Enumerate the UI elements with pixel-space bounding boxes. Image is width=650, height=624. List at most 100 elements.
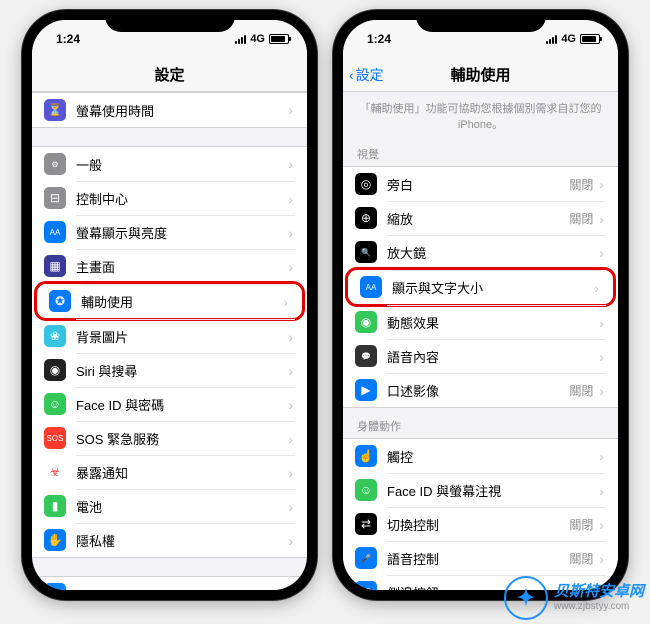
row-label: 口述影像 bbox=[387, 381, 439, 400]
settings-row[interactable]: ⇄ 切換控制 關閉 › bbox=[343, 507, 618, 541]
settings-row[interactable]: ☣ 暴露通知 › bbox=[32, 455, 307, 489]
row-icon: ☝ bbox=[355, 445, 377, 467]
chevron-right-icon: › bbox=[288, 259, 293, 275]
row-label: 語音控制 bbox=[387, 549, 439, 568]
chevron-right-icon: › bbox=[288, 191, 293, 207]
phone-left: 1:24 4G 設定 ⏳螢幕使用時間›⚙︎一般›⊟控制中心›AA螢幕顯示與亮度›… bbox=[22, 10, 317, 600]
chevron-right-icon: › bbox=[283, 294, 288, 310]
signal-icon bbox=[235, 35, 246, 44]
row-label: 控制中心 bbox=[76, 189, 128, 208]
row-icon: ▶ bbox=[355, 379, 377, 401]
settings-row[interactable]: 💬語音內容› bbox=[343, 339, 618, 373]
battery-icon bbox=[269, 34, 289, 44]
settings-row[interactable]: ⊟ 控制中心 › bbox=[32, 181, 307, 215]
page-title: 輔助使用 bbox=[450, 64, 510, 85]
settings-row[interactable]: ▶ 口述影像 關閉 › bbox=[343, 373, 618, 407]
row-icon: ⊟ bbox=[44, 187, 66, 209]
row-icon: ☣ bbox=[44, 461, 66, 483]
row-label: 語音內容 bbox=[387, 347, 439, 366]
chevron-right-icon: › bbox=[288, 156, 293, 172]
row-value: 關閉 bbox=[569, 516, 593, 533]
settings-row[interactable]: ▦主畫面› bbox=[32, 249, 307, 283]
time: 1:24 bbox=[367, 32, 391, 46]
settings-row[interactable]: 🔍 放大鏡 › bbox=[343, 235, 618, 269]
back-label: 設定 bbox=[356, 65, 384, 85]
watermark-url: www.zjbstyy.com bbox=[554, 601, 644, 612]
settings-row[interactable]: ⊕縮放關閉› bbox=[343, 201, 618, 235]
row-icon: SOS bbox=[44, 427, 66, 449]
section-header: 視覺 bbox=[343, 136, 618, 166]
settings-row[interactable]: ⏳螢幕使用時間› bbox=[32, 93, 307, 127]
settings-row[interactable]: ☺Face ID 與螢幕注視› bbox=[343, 473, 618, 507]
row-icon: ▢ bbox=[355, 581, 377, 590]
network: 4G bbox=[250, 33, 265, 45]
chevron-right-icon: › bbox=[599, 349, 604, 365]
phone-right: 1:24 4G ‹ 設定 輔助使用 「輔助使用」功能可協助您根據個別需求自訂您的… bbox=[333, 10, 628, 600]
settings-row[interactable]: AApp Store› bbox=[32, 577, 307, 590]
row-icon: ✪ bbox=[49, 290, 71, 312]
settings-row[interactable]: ◉Siri 與搜尋› bbox=[32, 353, 307, 387]
chevron-right-icon: › bbox=[599, 448, 604, 464]
row-icon: 🔍 bbox=[355, 241, 377, 263]
row-value: 關閉 bbox=[569, 210, 593, 227]
settings-row[interactable]: ✋隱私權› bbox=[32, 523, 307, 557]
settings-row[interactable]: ✪ 輔助使用 › bbox=[34, 281, 305, 321]
notch bbox=[105, 10, 235, 32]
settings-row[interactable]: AA顯示與文字大小› bbox=[345, 267, 616, 307]
chevron-right-icon: › bbox=[288, 586, 293, 590]
settings-row[interactable]: ⚙︎一般› bbox=[32, 147, 307, 181]
navbar: ‹ 設定 輔助使用 bbox=[343, 58, 618, 92]
chevron-left-icon: ‹ bbox=[349, 67, 354, 83]
settings-row[interactable]: ▮電池› bbox=[32, 489, 307, 523]
network: 4G bbox=[561, 33, 576, 45]
settings-row[interactable]: ☝觸控› bbox=[343, 439, 618, 473]
row-label: 旁白 bbox=[387, 175, 413, 194]
settings-row[interactable]: ❀背景圖片› bbox=[32, 319, 307, 353]
watermark-title: 贝斯特安卓网 bbox=[554, 584, 644, 601]
row-icon: ⊕ bbox=[355, 207, 377, 229]
row-icon: ◉ bbox=[355, 311, 377, 333]
chevron-right-icon: › bbox=[288, 499, 293, 515]
battery-icon bbox=[580, 34, 600, 44]
chevron-right-icon: › bbox=[599, 176, 604, 192]
chevron-right-icon: › bbox=[288, 465, 293, 481]
row-icon: ⇄ bbox=[355, 513, 377, 535]
section-header: 身體動作 bbox=[343, 408, 618, 438]
chevron-right-icon: › bbox=[599, 383, 604, 399]
row-label: SOS 緊急服務 bbox=[76, 429, 159, 448]
settings-row[interactable]: ☺Face ID 與密碼› bbox=[32, 387, 307, 421]
chevron-right-icon: › bbox=[288, 225, 293, 241]
row-label: 暴露通知 bbox=[76, 463, 128, 482]
watermark-logo-icon: ✦ bbox=[504, 576, 548, 620]
chevron-right-icon: › bbox=[288, 329, 293, 345]
row-label: 螢幕顯示與亮度 bbox=[76, 223, 167, 242]
settings-row[interactable]: AA 螢幕顯示與亮度 › bbox=[32, 215, 307, 249]
chevron-right-icon: › bbox=[594, 280, 599, 296]
chevron-right-icon: › bbox=[599, 245, 604, 261]
settings-row[interactable]: 🎤語音控制關閉› bbox=[343, 541, 618, 575]
row-label: 一般 bbox=[76, 155, 102, 174]
row-label: 背景圖片 bbox=[76, 327, 128, 346]
settings-row[interactable]: ◉動態效果› bbox=[343, 305, 618, 339]
row-icon: ☺ bbox=[44, 393, 66, 415]
row-label: 輔助使用 bbox=[81, 292, 133, 311]
settings-row[interactable]: SOS SOS 緊急服務 › bbox=[32, 421, 307, 455]
row-icon: AA bbox=[44, 221, 66, 243]
row-label: 顯示與文字大小 bbox=[392, 278, 483, 297]
row-label: 切換控制 bbox=[387, 515, 439, 534]
row-label: Siri 與搜尋 bbox=[76, 361, 137, 380]
row-label: Face ID 與螢幕注視 bbox=[387, 481, 501, 500]
chevron-right-icon: › bbox=[599, 483, 604, 499]
watermark: ✦ 贝斯特安卓网 www.zjbstyy.com bbox=[504, 576, 644, 620]
row-icon: ✋ bbox=[44, 529, 66, 551]
back-button[interactable]: ‹ 設定 bbox=[349, 65, 384, 85]
row-label: 電池 bbox=[76, 497, 102, 516]
row-label: 放大鏡 bbox=[387, 243, 426, 262]
settings-row[interactable]: ◎旁白關閉› bbox=[343, 167, 618, 201]
chevron-right-icon: › bbox=[288, 102, 293, 118]
row-icon: ▦ bbox=[44, 255, 66, 277]
row-label: App Store bbox=[76, 587, 134, 591]
chevron-right-icon: › bbox=[599, 517, 604, 533]
row-value: 關閉 bbox=[569, 382, 593, 399]
chevron-right-icon: › bbox=[288, 431, 293, 447]
